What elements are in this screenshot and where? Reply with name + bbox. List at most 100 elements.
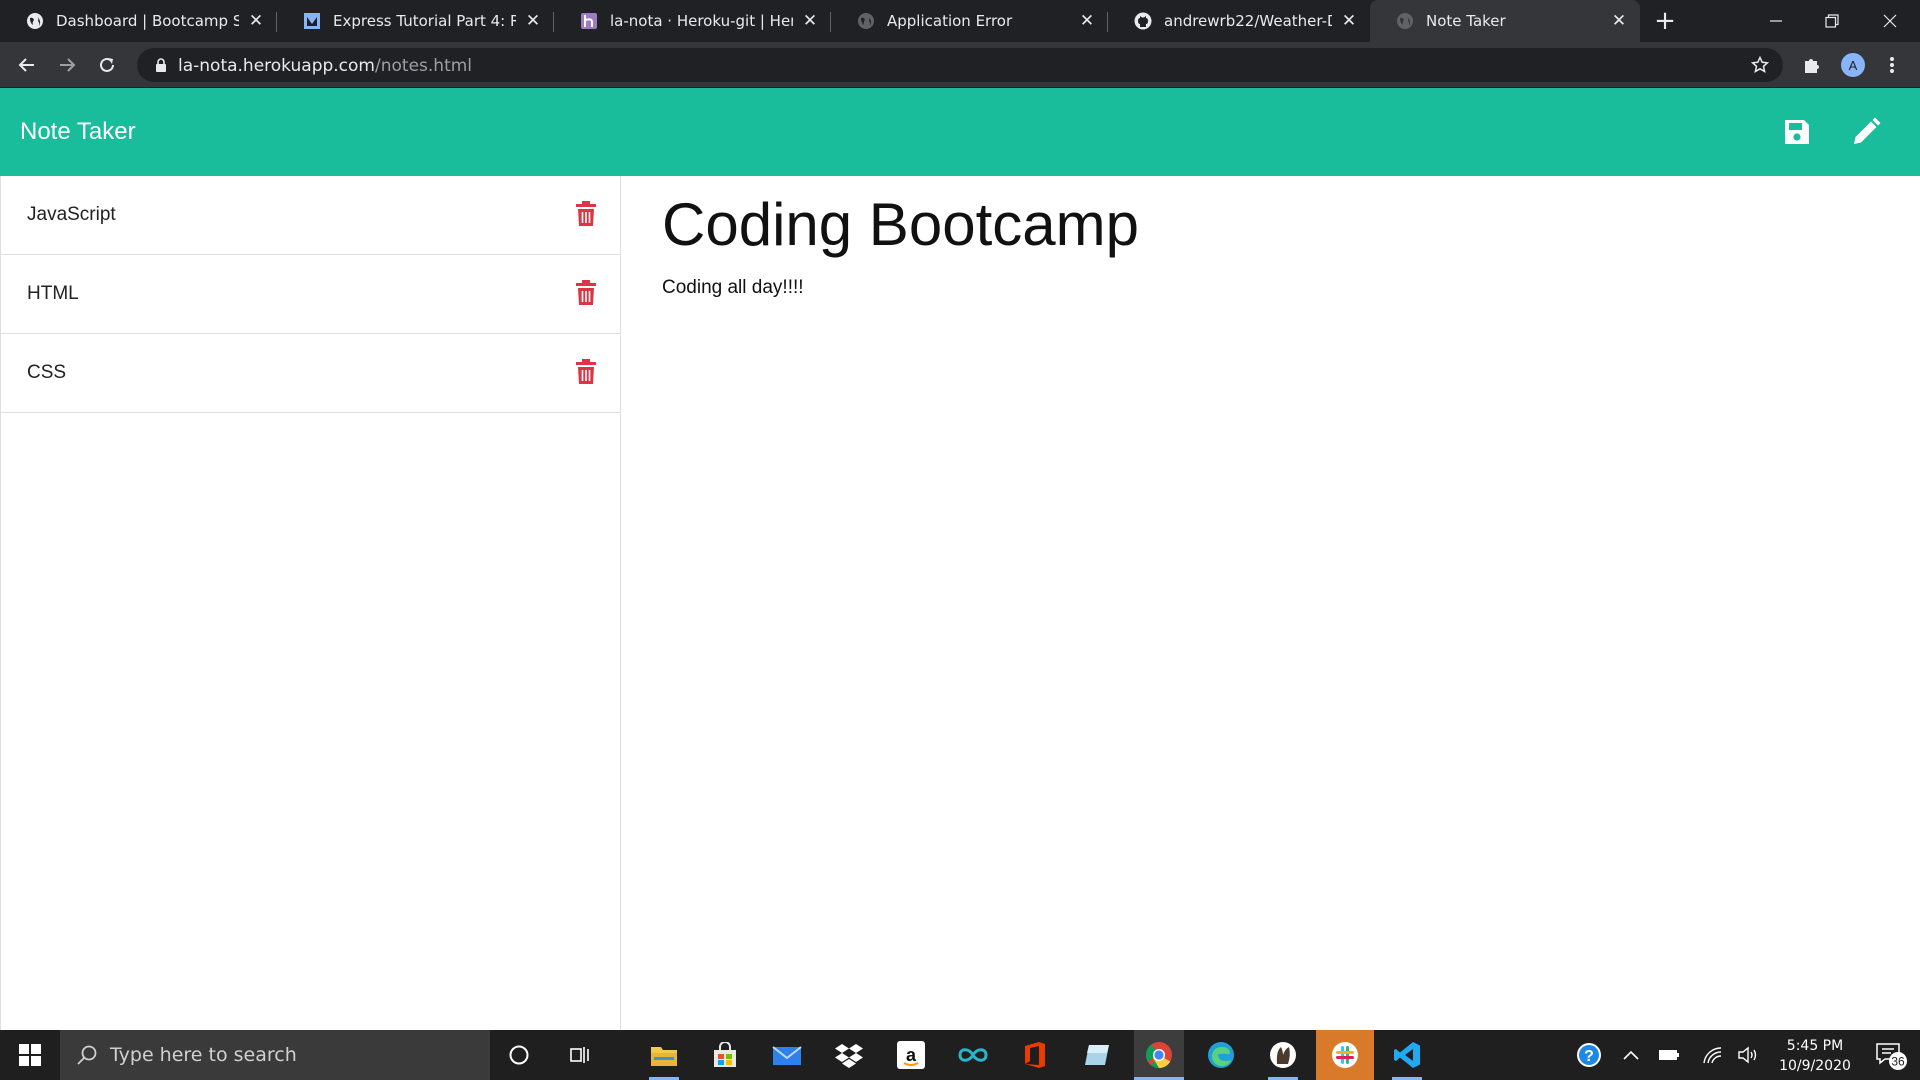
clock-time: 5:45 PM: [1786, 1038, 1844, 1054]
bookmark-star-icon[interactable]: [1751, 56, 1769, 74]
trash-icon[interactable]: [575, 359, 597, 385]
browser-tab[interactable]: la-nota · Heroku-git | Heroku ✕: [554, 0, 831, 42]
chrome-icon: [1145, 1042, 1172, 1069]
amazon-button[interactable]: a: [886, 1030, 936, 1080]
chrome-taskbar-button[interactable]: [1134, 1030, 1184, 1080]
browser-toolbar: la-nota.herokuapp.com/notes.html A: [0, 42, 1920, 88]
close-tab-icon[interactable]: ✕: [1078, 11, 1096, 31]
address-bar[interactable]: la-nota.herokuapp.com/notes.html: [137, 48, 1783, 82]
list-item[interactable]: JavaScript: [1, 176, 620, 255]
vscode-button[interactable]: [1382, 1030, 1432, 1080]
close-tab-icon[interactable]: ✕: [1610, 11, 1628, 31]
office-button[interactable]: [1010, 1030, 1060, 1080]
cortana-button[interactable]: [494, 1030, 544, 1080]
dropbox-button[interactable]: [824, 1030, 874, 1080]
taskbar-search-input[interactable]: Type here to search: [60, 1030, 490, 1080]
search-placeholder: Type here to search: [110, 1044, 297, 1066]
extensions-button[interactable]: [1796, 49, 1828, 81]
tab-title: Note Taker: [1426, 12, 1506, 30]
note-text-field[interactable]: Coding all day!!!!: [662, 277, 804, 299]
battery-tray-button[interactable]: [1656, 1030, 1682, 1080]
note-title: HTML: [27, 283, 79, 304]
browser-menu-button[interactable]: [1876, 49, 1908, 81]
note-title-field[interactable]: Coding Bootcamp: [662, 190, 1139, 259]
url-host: la-nota.herokuapp.com: [178, 56, 375, 76]
gimp-button[interactable]: [1258, 1030, 1308, 1080]
browser-tab[interactable]: Express Tutorial Part 4: Route ✕: [277, 0, 554, 42]
heroku-icon: [580, 12, 598, 30]
save-note-button[interactable]: [1779, 114, 1815, 150]
browser-tab[interactable]: andrewrb22/Weather-Dashb ✕: [1108, 0, 1370, 42]
back-arrow-icon: [18, 58, 34, 72]
arduino-button[interactable]: [948, 1030, 998, 1080]
note-title: CSS: [27, 362, 67, 383]
mail-button[interactable]: [762, 1030, 812, 1080]
help-tray-button[interactable]: ?: [1571, 1030, 1607, 1080]
animal-logo-icon: [1270, 1042, 1296, 1068]
forward-button[interactable]: [51, 49, 83, 81]
show-hidden-icons-button[interactable]: [1618, 1030, 1644, 1080]
svg-text:a: a: [906, 1045, 917, 1065]
chevron-up-icon: [1623, 1050, 1639, 1060]
trash-icon[interactable]: [575, 201, 597, 227]
app-brand[interactable]: Note Taker: [20, 118, 136, 146]
restore-icon: [1825, 14, 1839, 28]
store-button[interactable]: [700, 1030, 750, 1080]
browser-tab-strip: Dashboard | Bootcamp Spot ✕ Express Tuto…: [0, 0, 1920, 42]
new-note-button[interactable]: [1848, 114, 1884, 150]
edge-button[interactable]: [1196, 1030, 1246, 1080]
slack-button[interactable]: [1316, 1030, 1374, 1080]
clock-date: 10/9/2020: [1779, 1058, 1851, 1074]
edge-icon: [1208, 1042, 1234, 1068]
globe-icon: [857, 12, 875, 30]
github-icon: [1134, 12, 1152, 30]
list-item[interactable]: CSS: [1, 334, 620, 413]
start-button[interactable]: [0, 1030, 60, 1080]
tab-title: Dashboard | Bootcamp Spot: [56, 12, 239, 30]
list-item[interactable]: HTML: [1, 255, 620, 334]
browser-tab[interactable]: Dashboard | Bootcamp Spot ✕: [0, 0, 277, 42]
task-view-button[interactable]: [555, 1030, 605, 1080]
browser-tab-active[interactable]: Note Taker ✕: [1370, 0, 1640, 42]
new-tab-button[interactable]: +: [1652, 8, 1678, 35]
close-window-button[interactable]: [1862, 0, 1918, 42]
mail-icon: [772, 1046, 802, 1065]
search-icon: [77, 1045, 97, 1065]
url-text[interactable]: la-nota.herokuapp.com/notes.html: [178, 56, 472, 76]
office-icon: [1025, 1042, 1045, 1068]
slack-icon: [1332, 1042, 1358, 1068]
back-button[interactable]: [11, 49, 43, 81]
volume-tray-button[interactable]: [1736, 1030, 1762, 1080]
url-path: /notes.html: [375, 56, 473, 76]
close-tab-icon[interactable]: ✕: [247, 11, 265, 31]
battery-icon: [1659, 1050, 1679, 1060]
network-tray-button[interactable]: [1699, 1030, 1725, 1080]
puzzle-piece-icon: [1805, 59, 1819, 73]
trash-icon[interactable]: [575, 280, 597, 306]
browser-tab[interactable]: Application Error ✕: [831, 0, 1108, 42]
vscode-icon: [1394, 1042, 1420, 1068]
tab-title: Application Error: [887, 12, 1013, 30]
file-explorer-button[interactable]: [639, 1030, 689, 1080]
folder-icon: [651, 1047, 677, 1066]
tab-title: Express Tutorial Part 4: Route: [333, 12, 516, 30]
speaker-icon: [1738, 1046, 1757, 1064]
wifi-icon: [1703, 1047, 1722, 1064]
lock-icon[interactable]: [153, 57, 169, 73]
minimize-button[interactable]: [1748, 0, 1804, 42]
tab-title: la-nota · Heroku-git | Heroku: [610, 12, 793, 30]
reload-button[interactable]: [91, 49, 123, 81]
close-tab-icon[interactable]: ✕: [801, 11, 819, 31]
taskbar-clock[interactable]: 5:45 PM 10/9/2020: [1770, 1036, 1860, 1076]
globe-icon: [1396, 12, 1414, 30]
close-tab-icon[interactable]: ✕: [1340, 11, 1358, 31]
notes-app-button[interactable]: [1072, 1030, 1122, 1080]
forward-arrow-icon: [60, 58, 76, 72]
note-list: JavaScript HTML CSS: [0, 176, 621, 1030]
cortana-icon: [509, 1045, 529, 1065]
action-center-button[interactable]: 36: [1866, 1030, 1916, 1080]
profile-button[interactable]: A: [1837, 49, 1869, 81]
close-tab-icon[interactable]: ✕: [524, 11, 542, 31]
reload-icon: [100, 57, 114, 72]
restore-button[interactable]: [1804, 0, 1860, 42]
